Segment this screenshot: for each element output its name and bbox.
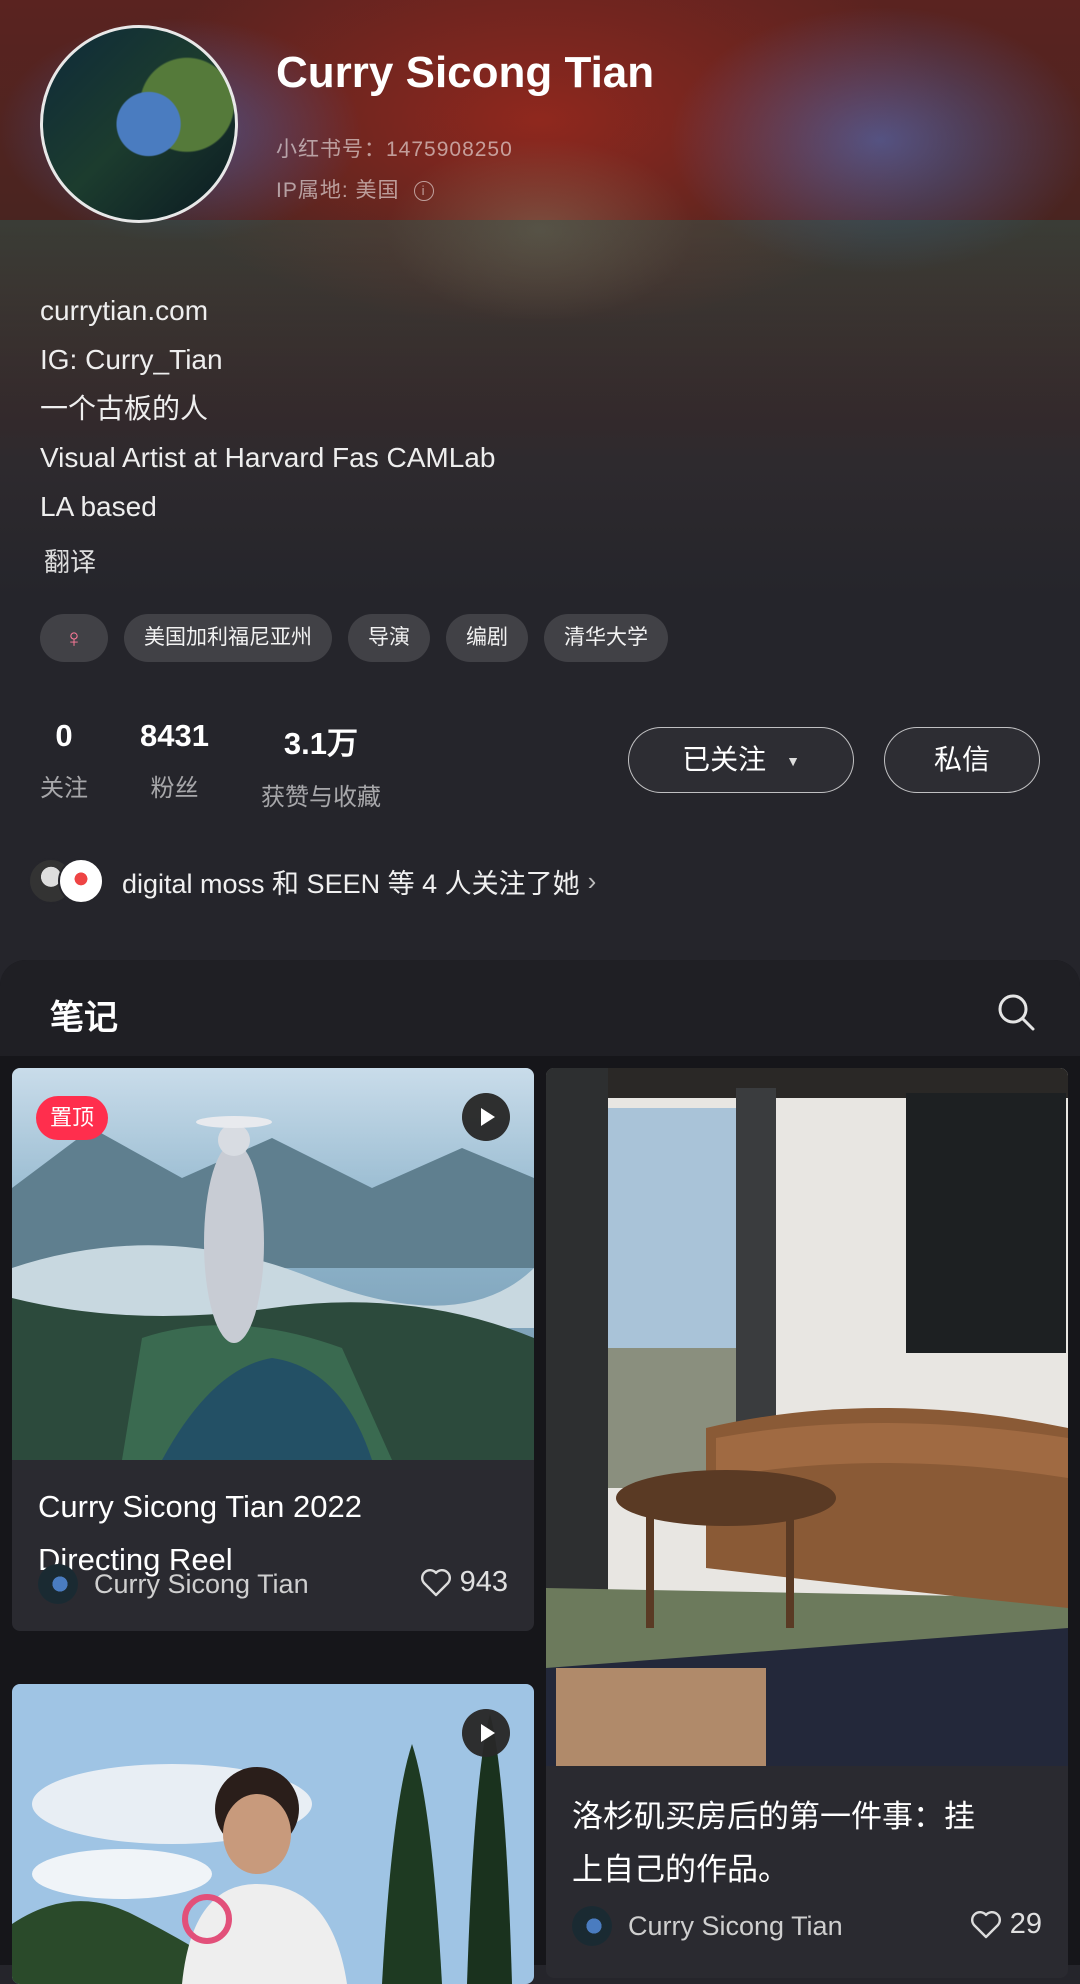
stat-likes-collects[interactable]: 3.1万 获赞与收藏 (261, 718, 381, 812)
note-author-name: Curry Sicong Tian (628, 1910, 843, 1941)
mutual-followers[interactable]: digital moss 和 SEEN 等 4 人关注了她 › (28, 858, 596, 904)
note-title: 洛杉矶买房后的第一件事：挂 上自己的作品。 (572, 1790, 1052, 1896)
translate-link[interactable]: 翻译 (44, 542, 96, 579)
following-button-label: 已关注 (682, 744, 767, 775)
profile-avatar[interactable] (40, 25, 238, 223)
bio-line: currytian.com (40, 295, 209, 326)
note-likes-count: 943 (459, 1566, 508, 1598)
note-likes[interactable]: 29 (970, 1908, 1042, 1941)
pinned-badge: 置顶 (36, 1096, 109, 1140)
profile-stats: 0 关注 8431 粉丝 3.1万 获赞与收藏 (40, 718, 433, 812)
note-card[interactable]: 置顶 Curry Sicong Tian 2022 Directing Reel… (12, 1068, 534, 1631)
message-button-label: 私信 (933, 744, 990, 775)
tag-location: 美国加利福尼亚州 (124, 614, 332, 662)
tag-school: 清华大学 (544, 614, 668, 662)
bio-line: 一个古板的人 (40, 393, 209, 424)
following-button[interactable]: 已关注 ▼ (628, 727, 854, 793)
play-icon (462, 1709, 510, 1757)
ip-location-row: IP属地: 美国 i (276, 174, 434, 204)
note-author-name: Curry Sicong Tian (94, 1568, 309, 1599)
bio-line: Visual Artist at Harvard Fas CAMLab (40, 442, 496, 473)
note-likes[interactable]: 943 (420, 1566, 508, 1599)
note-card[interactable]: 洛杉矶买房后的第一件事：挂 上自己的作品。 Curry Sicong Tian … (546, 1068, 1068, 1978)
stat-following[interactable]: 0 关注 (40, 718, 88, 812)
play-icon (462, 1093, 510, 1141)
search-icon[interactable] (996, 992, 1036, 1032)
heart-icon (970, 1910, 1001, 1938)
note-cover-image (546, 1068, 1068, 1766)
heart-icon (420, 1568, 451, 1596)
tab-notes[interactable]: 笔记 (50, 990, 118, 1039)
tag-profession: 导演 (348, 614, 430, 662)
chevron-down-icon: ▼ (786, 753, 800, 770)
stat-label: 粉丝 (150, 775, 199, 802)
stat-followers[interactable]: 8431 粉丝 (140, 718, 209, 812)
stat-label: 关注 (40, 775, 88, 802)
profile-name: Curry Sicong Tian (276, 48, 655, 97)
chevron-right-icon: › (587, 865, 597, 896)
note-likes-count: 29 (1009, 1908, 1042, 1940)
note-card[interactable] (12, 1684, 534, 1984)
note-title-line: 洛杉矶买房后的第一件事：挂 (572, 1799, 975, 1834)
avatar (572, 1906, 612, 1946)
info-icon[interactable]: i (413, 181, 434, 202)
note-title-line: 上自己的作品。 (572, 1852, 789, 1887)
bio-line: LA based (40, 491, 157, 522)
profile-tags: ♀ 美国加利福尼亚州 导演 编剧 清华大学 (40, 614, 668, 662)
notes-panel: 笔记 置顶 Curry Sicong Tian 2022 Directing R… (0, 960, 1080, 1984)
message-button[interactable]: 私信 (884, 727, 1040, 793)
red-id: 小红书号：1475908250 (276, 138, 513, 161)
avatar (38, 1564, 78, 1604)
bio-line: IG: Curry_Tian (40, 344, 223, 375)
ip-location: IP属地: 美国 (276, 179, 400, 202)
stat-value: 3.1万 (283, 726, 359, 761)
bio: currytian.com IG: Curry_Tian 一个古板的人 Visu… (40, 286, 495, 531)
stat-value: 0 (55, 718, 73, 753)
note-cover-image (12, 1684, 534, 1984)
note-author[interactable]: Curry Sicong Tian (38, 1564, 309, 1604)
note-author[interactable]: Curry Sicong Tian (572, 1906, 843, 1946)
avatar (58, 858, 104, 904)
tag-profession: 编剧 (446, 614, 528, 662)
notes-header: 笔记 (0, 960, 1080, 1056)
stat-value: 8431 (140, 718, 209, 753)
gender-tag: ♀ (40, 614, 108, 662)
note-title-line: Curry Sicong Tian 2022 (38, 1489, 362, 1524)
mutual-followers-text: digital moss 和 SEEN 等 4 人关注了她 (122, 868, 580, 899)
stat-label: 获赞与收藏 (260, 784, 381, 811)
